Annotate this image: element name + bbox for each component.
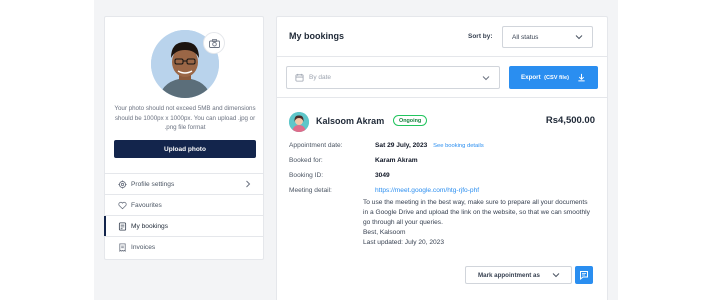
camera-icon	[208, 38, 220, 48]
meeting-link[interactable]: https://meet.google.com/htg-rjfo-phf	[375, 187, 479, 194]
appointment-date-label: Appointment date:	[289, 142, 343, 149]
menu-item-invoices[interactable]: Invoices	[105, 236, 263, 257]
chevron-down-icon	[575, 35, 583, 40]
profile-menu: Profile settings Favourites My bookings …	[104, 173, 263, 257]
date-filter-placeholder: By date	[309, 74, 332, 81]
bookings-panel: My bookings Sort by: All status By date …	[276, 16, 608, 300]
chat-icon	[580, 271, 588, 280]
meeting-instructions: To use the meeting in the best way, make…	[363, 199, 590, 226]
menu-item-label: Invoices	[131, 243, 156, 251]
message-button[interactable]	[575, 266, 593, 284]
export-csv-button[interactable]: Export (CSV file)	[509, 66, 598, 89]
menu-item-label: My bookings	[131, 222, 169, 230]
booking-price: Rs4,500.00	[545, 115, 595, 126]
divider	[277, 97, 607, 98]
avatar-container	[151, 30, 225, 98]
meeting-description: To use the meeting in the best way, make…	[363, 198, 593, 248]
provider-name: Kalsoom Akram	[316, 116, 385, 126]
menu-item-favourites[interactable]: Favourites	[105, 194, 263, 215]
bookings-icon	[118, 221, 127, 231]
appointment-date-value-group: Sat 29 July, 2023 See booking details	[375, 142, 484, 149]
status-select-value: All status	[512, 33, 539, 41]
booking-id-label: Booking ID:	[289, 172, 324, 179]
appointment-date-value: Sat 29 July, 2023	[375, 142, 428, 149]
menu-item-profile-settings[interactable]: Profile settings	[105, 173, 263, 194]
status-badge: Ongoing	[393, 115, 428, 126]
menu-item-my-bookings[interactable]: My bookings	[104, 215, 263, 236]
invoice-icon	[118, 242, 127, 252]
download-icon	[578, 73, 585, 82]
divider	[277, 56, 607, 57]
date-filter-select[interactable]: By date	[286, 66, 500, 89]
booked-for-value: Karam Akram	[375, 157, 418, 164]
meeting-signoff: Best, Kalsoom	[363, 229, 406, 236]
menu-item-label: Favourites	[131, 201, 162, 209]
booking-id-value: 3049	[375, 172, 390, 179]
profile-card: Your photo should not exceed 5MB and dim…	[104, 16, 264, 260]
calendar-icon	[295, 73, 304, 82]
change-photo-button[interactable]	[203, 32, 225, 54]
last-updated: Last updated: July 20, 2023	[363, 239, 445, 246]
page-title: My bookings	[289, 31, 345, 41]
heart-icon	[118, 201, 127, 210]
mark-appointment-select[interactable]: Mark appointment as	[465, 266, 572, 284]
export-label: Export (CSV file)	[521, 74, 569, 81]
chevron-down-icon	[552, 273, 560, 278]
mark-appointment-label: Mark appointment as	[478, 271, 540, 279]
menu-item-label: Profile settings	[131, 180, 175, 188]
chevron-down-icon	[482, 76, 490, 81]
upload-photo-button[interactable]: Upload photo	[114, 140, 256, 158]
booked-for-label: Booked for:	[289, 157, 323, 164]
gear-icon	[118, 179, 127, 189]
sort-label: Sort by:	[468, 33, 493, 40]
status-select[interactable]: All status	[502, 26, 593, 48]
see-booking-details-link[interactable]: See booking details	[433, 143, 484, 149]
meeting-detail-label: Meeting detail:	[289, 187, 332, 194]
chevron-right-icon	[246, 180, 251, 188]
photo-requirements-text: Your photo should not exceed 5MB and dim…	[114, 105, 256, 131]
provider-avatar	[289, 112, 309, 132]
